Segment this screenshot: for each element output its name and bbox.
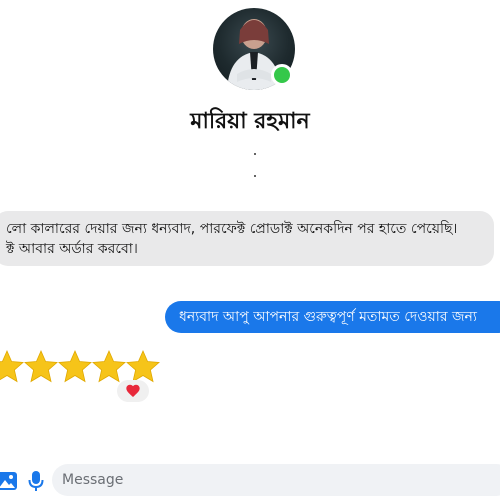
contact-avatar-wrap[interactable] <box>213 8 295 90</box>
message-text: ধন্যবাদ আপু আপনার গুরুত্বপূর্ণ মতামত দেও… <box>179 309 477 325</box>
heart-icon <box>126 384 140 397</box>
contact-name: মারিয়া রহমান <box>190 109 310 134</box>
online-status-dot <box>271 64 293 86</box>
separator-dot <box>254 153 256 155</box>
image-icon[interactable] <box>0 470 18 492</box>
separator-dot <box>254 175 256 177</box>
message-line: লো কালারের দেয়ার জন্য ধন্যবাদ, পারফেক্ট… <box>6 221 458 237</box>
message-line: ক্ট আবার অর্ডার করবো। <box>6 241 138 257</box>
heart-reaction[interactable]: ❤ <box>117 380 149 402</box>
message-composer <box>0 461 500 500</box>
message-input[interactable] <box>52 464 500 496</box>
incoming-message-bubble[interactable]: লো কালারের দেয়ার জন্য ধন্যবাদ, পারফেক্ট… <box>0 211 494 266</box>
outgoing-message-bubble[interactable]: ধন্যবাদ আপু আপনার গুরুত্বপূর্ণ মতামত দেও… <box>165 301 500 333</box>
microphone-icon[interactable] <box>25 470 47 492</box>
